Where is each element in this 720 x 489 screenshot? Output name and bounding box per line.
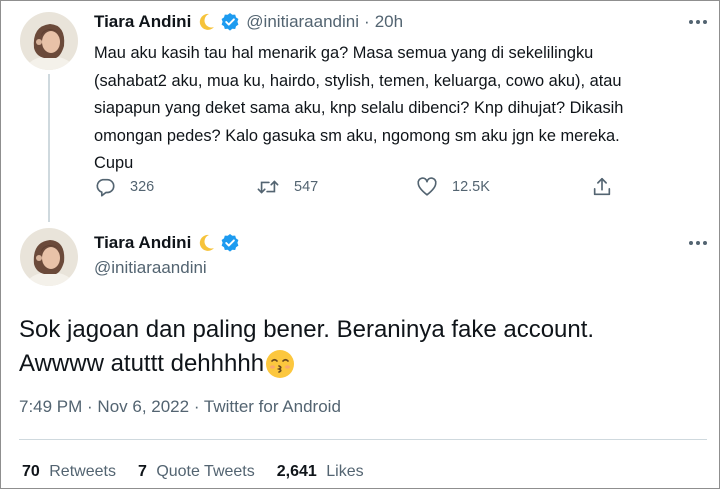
share-icon — [591, 176, 613, 198]
tweet-text-line: Mau aku kasih tau hal menarik ga? Masa s… — [94, 44, 594, 62]
verified-badge-icon — [220, 233, 240, 253]
heart-icon — [416, 176, 438, 198]
more-options-icon[interactable] — [689, 20, 707, 24]
author-handle[interactable]: @initiaraandini — [246, 12, 359, 32]
verified-badge-icon — [220, 12, 240, 32]
avatar[interactable] — [20, 228, 78, 286]
tweet-text: Sok jagoan dan paling bener. Beraninya f… — [19, 313, 594, 381]
author-handle[interactable]: @initiaraandini — [94, 258, 207, 278]
tweet-header: Tiara Andini @initiaraandini · 20h — [94, 12, 403, 32]
author-name[interactable]: Tiara Andini — [94, 12, 191, 32]
thread-connector-line — [48, 74, 50, 222]
reply-count: 326 — [130, 179, 155, 195]
stat-retweets[interactable]: 70 Retweets — [22, 463, 116, 481]
reply-icon — [94, 176, 116, 198]
tweet-text-line: Sok jagoan dan paling bener. Beraninya f… — [19, 316, 595, 343]
retweet-button[interactable]: 547 — [256, 176, 318, 198]
like-button[interactable]: 12.5K — [416, 176, 490, 198]
stat-label: Retweets — [49, 463, 116, 480]
stat-count: 7 — [137, 463, 147, 480]
tweet-text-line: (sahabat2 aku, mua ku, hairdo, stylish, … — [94, 71, 622, 90]
tweet-relative-time[interactable]: 20h — [375, 12, 403, 32]
tweet-text-line: omongan pedes? Kalo gasuka sm aku, ngomo… — [94, 126, 620, 145]
stat-quote-tweets[interactable]: 7 Quote Tweets — [138, 463, 255, 481]
tweet-text: Mau aku kasih tau hal menarik ga? Masa s… — [94, 40, 706, 178]
retweet-count: 547 — [294, 179, 319, 195]
engagement-stats: 70 Retweets 7 Quote Tweets 2,641 Likes — [22, 463, 364, 481]
stat-count: 2,641 — [276, 463, 317, 480]
kissing-face-emoji-icon — [265, 349, 295, 379]
reply-button[interactable]: 326 — [94, 176, 154, 198]
tweet-text-line: siapapun yang deket sama aku, knp selalu… — [94, 99, 624, 117]
tweet-text-line: Awwww atuttt dehhhhh — [19, 350, 265, 377]
crescent-moon-emoji-icon — [196, 12, 216, 32]
author-name[interactable]: Tiara Andini — [94, 233, 191, 253]
stat-likes[interactable]: 2,641 Likes — [277, 463, 364, 481]
avatar[interactable] — [20, 12, 78, 70]
stat-label: Likes — [326, 463, 364, 480]
stat-count: 70 — [22, 463, 40, 480]
more-options-icon[interactable] — [689, 241, 707, 245]
stat-label: Quote Tweets — [156, 463, 255, 480]
divider — [19, 439, 707, 440]
like-count: 12.5K — [452, 179, 490, 195]
tweet-text-line-2: Awwww atuttt dehhhhh — [19, 347, 594, 381]
share-button[interactable] — [591, 176, 613, 198]
retweet-icon — [256, 176, 280, 198]
tweet-text-line: Cupu — [94, 154, 134, 172]
tweet-timestamp[interactable]: 7:49 PM · Nov 6, 2022 · Twitter for Andr… — [19, 397, 341, 417]
crescent-moon-emoji-icon — [196, 233, 216, 253]
separator-dot: · — [364, 12, 370, 31]
tweet-header: Tiara Andini — [94, 233, 240, 253]
